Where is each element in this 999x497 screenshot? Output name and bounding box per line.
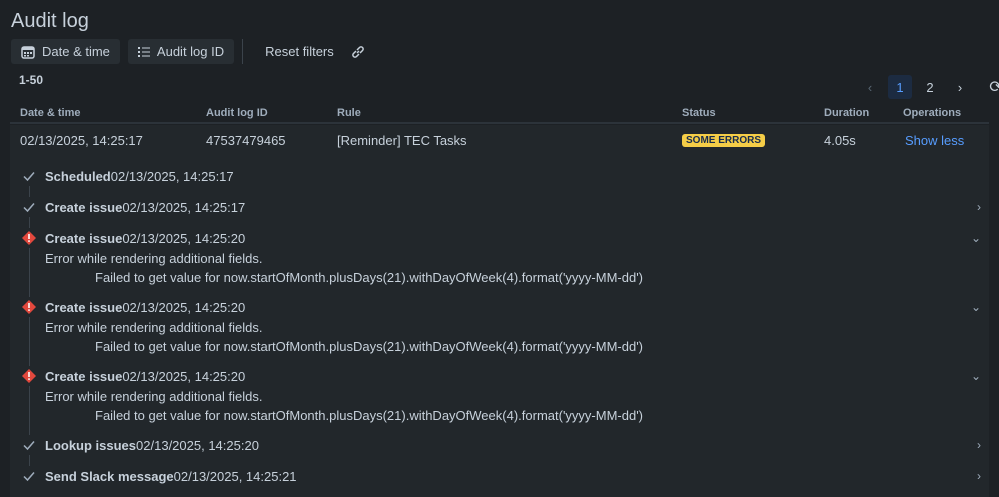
row-duration: 4.05s xyxy=(824,133,856,148)
column-status: Status xyxy=(682,107,716,119)
timeline-connector xyxy=(29,386,30,435)
row-date: 02/13/2025, 14:25:17 xyxy=(20,133,143,148)
row-summary: 02/13/2025, 14:25:17 47537479465 [Remind… xyxy=(10,125,989,156)
step-time: 02/13/2025, 14:25:17 xyxy=(110,169,234,184)
row-rule: [Reminder] TEC Tasks xyxy=(337,133,467,148)
step-name: Send Slack message xyxy=(45,469,174,484)
timeline-connector xyxy=(29,217,30,228)
step-title: Send Slack message 02/13/2025, 14:25:21 xyxy=(45,469,297,484)
step-error-detail: Failed to get value for now.startOfMonth… xyxy=(95,408,644,423)
error-icon xyxy=(22,300,36,314)
step-name: Create issue xyxy=(45,200,123,215)
timeline-connector xyxy=(29,186,30,197)
step-time: 02/13/2025, 14:25:20 xyxy=(136,438,259,453)
show-less-link[interactable]: Show less xyxy=(905,133,964,148)
column-rule: Rule xyxy=(337,107,361,119)
check-icon xyxy=(23,472,35,482)
next-page-button[interactable]: › xyxy=(948,75,972,99)
previous-page-button[interactable]: ‹ xyxy=(858,75,882,99)
status-badge: SOME ERRORS xyxy=(682,134,766,147)
audit-log-id-filter-label: Audit log ID xyxy=(156,44,225,59)
date-time-filter-label: Date & time xyxy=(42,44,110,59)
step-name: Create issue xyxy=(45,300,123,315)
list-icon xyxy=(137,46,150,57)
step-error-message: Error while rendering additional fields. xyxy=(45,320,263,335)
toolbar-divider xyxy=(242,39,244,64)
row-audit-id: 47537479465 xyxy=(206,133,286,148)
step-name: Create issue xyxy=(45,369,123,384)
step-title: Create issue 02/13/2025, 14:25:20 xyxy=(45,231,245,246)
calendar-icon xyxy=(21,45,35,59)
step-error-message: Error while rendering additional fields. xyxy=(45,251,263,266)
chevron-right-icon[interactable]: › xyxy=(977,469,981,483)
step-title: Lookup issues 02/13/2025, 14:25:20 xyxy=(45,438,259,453)
chevron-down-icon[interactable]: ⌄ xyxy=(971,231,981,245)
timeline-connector xyxy=(29,455,30,466)
step-name: Lookup issues xyxy=(45,438,137,453)
step-time: 02/13/2025, 14:25:20 xyxy=(122,369,246,384)
step-time: 02/13/2025, 14:25:20 xyxy=(122,231,246,246)
error-icon xyxy=(22,231,36,245)
step-title: Scheduled 02/13/2025, 14:25:17 xyxy=(45,169,234,184)
reset-filters-button[interactable]: Reset filters xyxy=(257,44,342,59)
step-time: 02/13/2025, 14:25:17 xyxy=(122,200,246,215)
refresh-icon[interactable]: ⟳ xyxy=(984,75,999,99)
chevron-down-icon[interactable]: ⌄ xyxy=(971,369,981,383)
filter-toolbar: Date & time Audit log ID Reset filters xyxy=(11,39,366,64)
step-error-detail: Failed to get value for now.startOfMonth… xyxy=(95,270,644,285)
column-audit-log-id: Audit log ID xyxy=(206,107,268,119)
step-title: Create issue 02/13/2025, 14:25:20 xyxy=(45,369,245,384)
chevron-down-icon[interactable]: ⌄ xyxy=(971,300,981,314)
chevron-right-icon[interactable]: › xyxy=(977,438,981,452)
check-icon xyxy=(23,441,35,451)
page-1-button[interactable]: 1 xyxy=(888,75,912,99)
step-time: 02/13/2025, 14:25:20 xyxy=(122,300,246,315)
column-date-time: Date & time xyxy=(20,107,81,119)
check-icon xyxy=(23,172,35,182)
step-name: Create issue xyxy=(45,231,123,246)
pagination: ‹ 1 2 › ⟳ xyxy=(858,75,999,99)
step-name: Scheduled xyxy=(45,169,111,184)
column-duration: Duration xyxy=(824,107,870,119)
step-title: Create issue 02/13/2025, 14:25:20 xyxy=(45,300,245,315)
step-error-detail: Failed to get value for now.startOfMonth… xyxy=(95,339,644,354)
audit-log-id-filter-button[interactable]: Audit log ID xyxy=(127,39,235,64)
page-2-button[interactable]: 2 xyxy=(918,75,942,99)
check-icon xyxy=(23,203,35,213)
chevron-right-icon[interactable]: › xyxy=(977,200,981,214)
page-title: Audit log xyxy=(11,10,89,32)
step-error-message: Error while rendering additional fields. xyxy=(45,389,263,404)
table-header: Date & time Audit log ID Rule Status Dur… xyxy=(10,107,989,124)
timeline-connector xyxy=(29,317,30,366)
column-operations: Operations xyxy=(903,107,962,119)
step-title: Create issue 02/13/2025, 14:25:17 xyxy=(45,200,245,215)
table-row: 02/13/2025, 14:25:17 47537479465 [Remind… xyxy=(10,125,989,497)
timeline-connector xyxy=(29,248,30,297)
date-time-filter-button[interactable]: Date & time xyxy=(11,39,120,64)
link-icon[interactable] xyxy=(350,44,366,60)
error-icon xyxy=(22,369,36,383)
result-count: 1-50 xyxy=(19,73,44,87)
step-time: 02/13/2025, 14:25:21 xyxy=(173,469,297,484)
